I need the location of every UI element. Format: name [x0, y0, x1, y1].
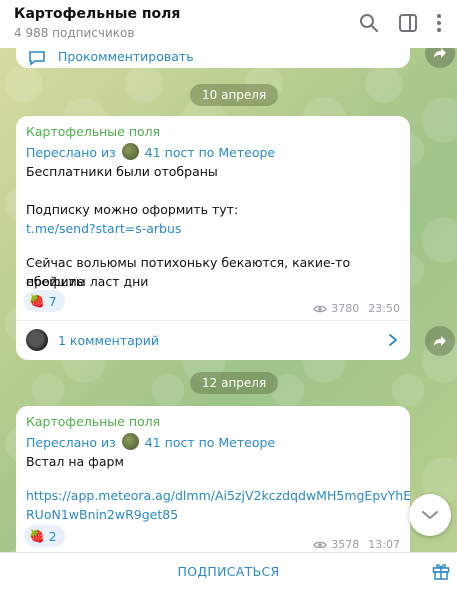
views-count: 3780 — [331, 302, 360, 315]
message-text-line: профиты ласт дни — [26, 274, 149, 289]
comment-icon — [29, 51, 45, 66]
comments-button[interactable]: 1 комментарий — [16, 321, 410, 361]
share-arrow-icon — [434, 336, 446, 346]
forwarded-source[interactable]: 41 пост по Метеоре — [145, 145, 275, 160]
strawberry-icon: 🍓 — [29, 528, 45, 543]
subscriber-count: 4 988 подписчиков — [14, 26, 135, 40]
source-channel-avatar — [121, 433, 139, 450]
views-eye-icon — [313, 541, 328, 548]
message-text-line: Встал на фарм — [26, 454, 124, 469]
message-time: 23:50 — [368, 302, 400, 315]
chat-header: Картофельные поля 4 988 подписчиков — [0, 0, 457, 48]
forwarded-from[interactable]: Переслано из 41 пост по Метеоре — [26, 433, 275, 450]
comments-count: 1 комментарий — [58, 333, 159, 348]
scroll-down-button[interactable] — [409, 494, 451, 536]
commenter-avatar — [26, 329, 48, 351]
reaction-count: 7 — [48, 293, 57, 309]
message-meta: 3780 23:50 — [313, 302, 400, 315]
forwarded-from[interactable]: Переслано из 41 пост по Метеоре — [26, 143, 275, 160]
date-separator: 12 апреля — [190, 372, 279, 394]
gift-icon[interactable] — [431, 561, 451, 581]
strawberry-icon: 🍓 — [29, 293, 45, 308]
source-channel-avatar — [121, 143, 139, 160]
views-eye-icon — [313, 305, 328, 312]
comment-link[interactable]: Прокомментировать — [58, 49, 194, 64]
message-channel-name[interactable]: Картофельные поля — [26, 124, 160, 139]
subscribe-button[interactable]: ПОДПИСАТЬСЯ — [0, 564, 457, 579]
channel-title[interactable]: Картофельные поля — [14, 6, 180, 22]
message-bubble: Картофельные поля Переслано из 41 пост п… — [16, 406, 411, 552]
message-link[interactable]: t.me/send?start=s-arbus — [26, 219, 181, 238]
forward-button[interactable] — [425, 48, 455, 68]
chevron-right-icon — [389, 334, 397, 346]
message-text-line: Подписку можно оформить тут: — [26, 202, 239, 217]
message-channel-name[interactable]: Картофельные поля — [26, 414, 160, 429]
share-arrow-icon — [434, 48, 446, 58]
message-meta: 3578 13:07 — [313, 538, 400, 551]
forwarded-source[interactable]: 41 пост по Метеоре — [145, 435, 275, 450]
views-count: 3578 — [331, 538, 360, 551]
forwarded-prefix: Переслано из — [26, 435, 116, 450]
message-text-line: Бесплатники были отобраны — [26, 164, 218, 179]
search-icon[interactable] — [358, 12, 380, 34]
sidebar-toggle-icon[interactable] — [397, 12, 419, 34]
message-bubble: Картофельные поля Переслано из 41 пост п… — [16, 116, 410, 360]
forwarded-prefix: Переслано из — [26, 145, 116, 160]
previous-message-bubble: Прокомментировать — [16, 48, 410, 68]
chat-footer: ПОДПИСАТЬСЯ — [0, 552, 457, 589]
more-menu-icon[interactable] — [428, 12, 450, 34]
message-link[interactable]: https://app.meteora.ag/dlmm/Ai5zjV2kczdq… — [26, 486, 411, 505]
message-link[interactable]: RUoN1wBnin2wR9get85 — [26, 505, 178, 524]
reaction-count: 2 — [48, 528, 57, 544]
date-separator: 10 апреля — [190, 84, 279, 106]
message-time: 13:07 — [368, 538, 400, 551]
chat-area[interactable]: Прокомментировать 10 апреля Картофельные… — [0, 48, 457, 552]
reaction-button[interactable]: 🍓 7 — [24, 290, 65, 312]
chevron-down-icon — [422, 511, 438, 519]
reaction-button[interactable]: 🍓 2 — [24, 525, 65, 547]
forward-button[interactable] — [425, 326, 455, 356]
